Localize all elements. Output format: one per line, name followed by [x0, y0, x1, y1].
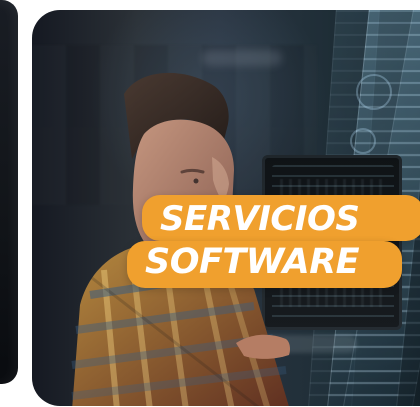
left-card [0, 0, 18, 384]
software-title-line: SOFTWARE [127, 241, 402, 288]
services-title-line: SERVICIOS [142, 195, 420, 241]
hologram-circle [350, 128, 376, 154]
page: SERVICIOS SOFTWARE [0, 0, 420, 407]
software-services-card[interactable]: SERVICIOS SOFTWARE [32, 10, 420, 406]
service-label: SERVICIOS SOFTWARE [127, 195, 420, 288]
hologram-circle [356, 74, 392, 110]
